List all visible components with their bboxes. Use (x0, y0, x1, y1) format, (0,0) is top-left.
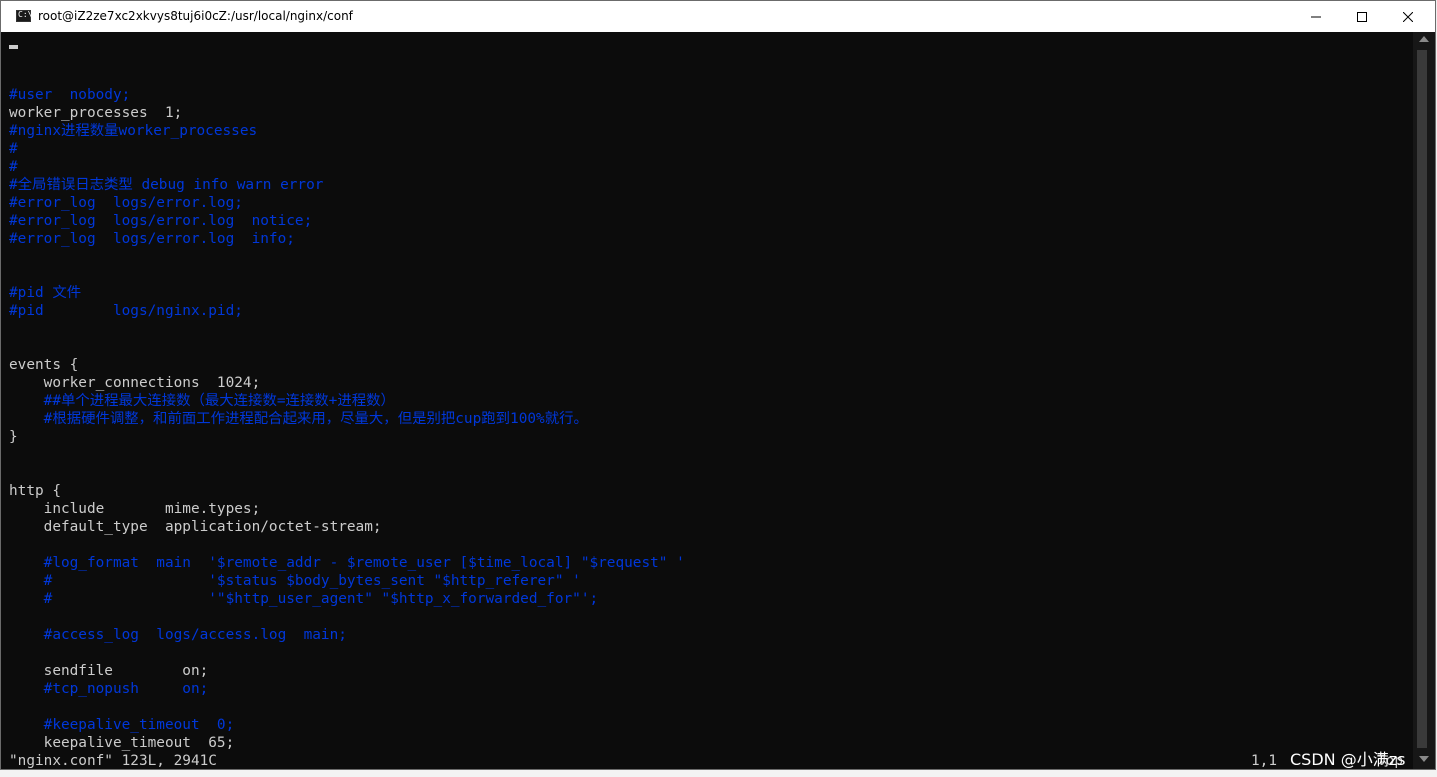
code-line: http { (9, 483, 61, 499)
code-line: #nginx进程数量worker_processes (9, 123, 258, 139)
desktop-strip (0, 770, 1437, 777)
code-line: #全局错误日志类型 debug info warn error (9, 177, 324, 193)
code-line: #user nobody; (9, 87, 131, 103)
terminal-icon[interactable]: C:\ (16, 10, 33, 22)
window-title: root@iZ2ze7xc2xkvys8tuj6i0cZ:/usr/local/… (38, 9, 353, 23)
maximize-button[interactable] (1339, 1, 1385, 32)
code-line: #tcp_nopush on; (9, 681, 209, 697)
text-cursor (9, 45, 18, 49)
code-line: # (9, 159, 18, 175)
terminal-icon-glyph: C:\ (18, 10, 33, 19)
status-file-info: "nginx.conf" 123L, 2941C (9, 753, 217, 769)
close-icon (1403, 11, 1413, 22)
code-line: sendfile on; (9, 663, 209, 679)
code-line: # '$status $body_bytes_sent "$http_refer… (9, 573, 581, 589)
code-line: #error_log logs/error.log notice; (9, 213, 313, 229)
code-line: include mime.types; (9, 501, 261, 517)
code-line: events { (9, 357, 79, 373)
code-line: #log_format main '$remote_addr - $remote… (9, 555, 685, 571)
code-line: # '"$http_user_agent" "$http_x_forwarded… (9, 591, 599, 607)
close-button[interactable] (1385, 1, 1431, 32)
code-line: } (9, 429, 18, 445)
code-line: #pid logs/nginx.pid; (9, 303, 243, 319)
maximize-icon (1357, 11, 1367, 22)
code-line: #error_log logs/error.log info; (9, 231, 295, 247)
code-line: worker_connections 1024; (9, 375, 261, 391)
terminal-content[interactable]: #user nobody; worker_processes 1; #nginx进程… (9, 32, 1411, 769)
code-line: #根据硬件调整，和前面工作进程配合起来用，尽量大，但是别把cup跑到100%就行… (9, 411, 588, 427)
code-line: #access_log logs/access.log main; (9, 627, 347, 643)
code-line: #keepalive_timeout 0; (9, 717, 235, 733)
code-line: # (9, 141, 18, 157)
vertical-scrollbar[interactable] (1413, 32, 1435, 769)
code-line: ##单个进程最大连接数（最大连接数=连接数+进程数） (9, 393, 395, 409)
code-line: #pid 文件 (9, 285, 82, 301)
minimize-button[interactable] (1293, 1, 1339, 32)
code-line: default_type application/octet-stream; (9, 519, 382, 535)
minimize-icon (1311, 16, 1321, 17)
title-bar[interactable]: C:\ root@iZ2ze7xc2xkvys8tuj6i0cZ:/usr/lo… (1, 1, 1435, 32)
code-line: #error_log logs/error.log; (9, 195, 243, 211)
scroll-up-arrow-icon[interactable] (1419, 36, 1429, 42)
terminal-window: C:\ root@iZ2ze7xc2xkvys8tuj6i0cZ:/usr/lo… (0, 0, 1436, 770)
scroll-down-arrow-icon[interactable] (1419, 756, 1429, 762)
csdn-watermark: CSDN @小满zs (1290, 750, 1406, 769)
code-line: keepalive_timeout 65; (9, 735, 235, 751)
scrollbar-thumb[interactable] (1417, 50, 1427, 748)
vim-status-line: "nginx.conf" 123L, 2941C 1,1 Top (9, 752, 1411, 769)
status-cursor-position: 1,1 (1251, 753, 1277, 769)
code-line: worker_processes 1; (9, 105, 183, 121)
